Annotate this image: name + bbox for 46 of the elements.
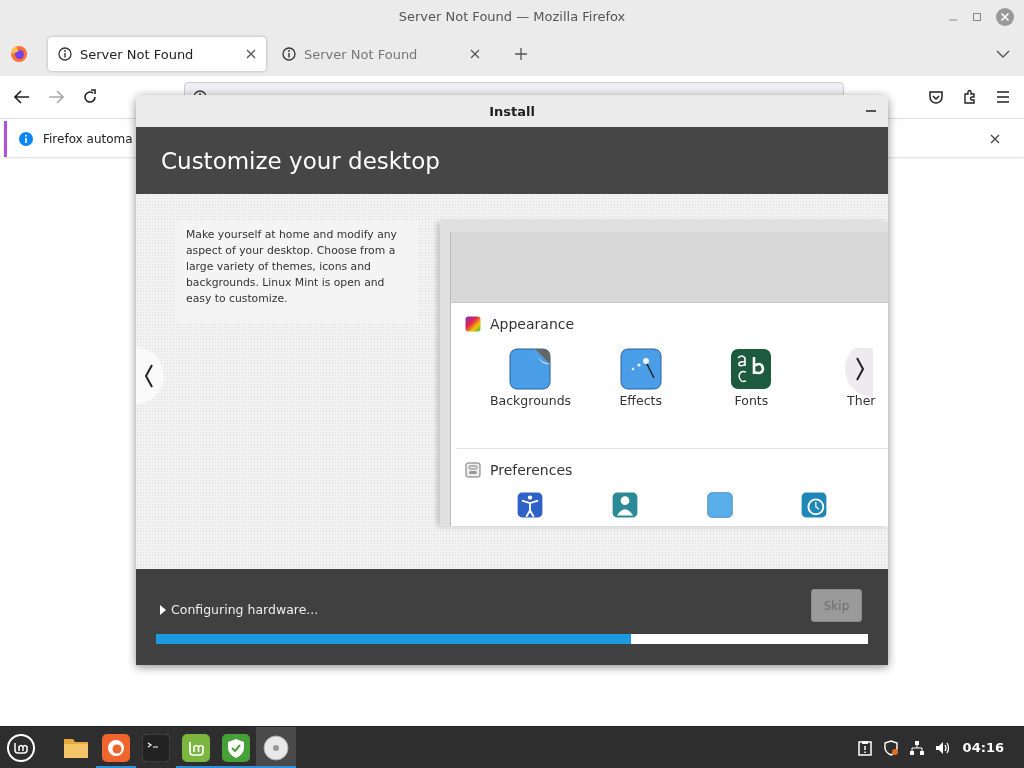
back-icon[interactable] (14, 90, 30, 104)
close-icon[interactable] (470, 49, 480, 59)
info-icon (19, 132, 33, 146)
item-label: Backgrounds (490, 393, 570, 408)
terminal-icon (142, 733, 170, 762)
network-icon[interactable] (908, 739, 925, 756)
fonts-icon (730, 348, 773, 390)
clipboard-icon[interactable] (856, 739, 873, 756)
firefox-icon[interactable] (10, 45, 28, 63)
minimize-icon[interactable] (866, 109, 876, 113)
palette-icon (465, 316, 481, 332)
browser-tab[interactable]: Server Not Found (48, 37, 266, 71)
maximize-icon[interactable] (972, 12, 982, 22)
section-title: Preferences (490, 462, 573, 478)
shield-icon (222, 733, 250, 762)
close-icon[interactable] (990, 134, 1000, 144)
window-title: Server Not Found — Mozilla Firefox (398, 8, 626, 24)
effects-icon (619, 348, 662, 390)
dialog-title: Install (489, 103, 535, 119)
toggles-icon (465, 462, 481, 478)
expander-icon[interactable] (160, 604, 166, 615)
clock-text[interactable]: 04:16 (962, 740, 1004, 755)
shield-icon[interactable] (882, 739, 899, 756)
section-title: Appearance (490, 316, 575, 332)
taskbar-button[interactable] (256, 727, 296, 768)
firefox-icon (102, 733, 130, 762)
browser-tab[interactable]: Server Not Found (272, 37, 490, 71)
plus-icon[interactable] (514, 47, 528, 61)
info-icon (58, 47, 72, 61)
status-text: Configuring hardware... (171, 602, 319, 617)
info-icon (282, 47, 296, 61)
disc-icon (262, 733, 290, 762)
backgrounds-icon (509, 348, 551, 390)
mint-logo-icon (182, 733, 210, 762)
description-text: Make yourself at home and modify any aspect of your desktop. Choose from a large variety of themes, icons and backgrounds. Linux Mint is open and easy to customize. (176, 222, 418, 322)
puzzle-icon[interactable] (962, 89, 978, 105)
page-heading: Customize your desktop (161, 147, 440, 174)
chevron-down-icon[interactable] (996, 49, 1010, 59)
close-icon[interactable] (246, 49, 256, 59)
item-label: Effects (618, 393, 663, 408)
reload-icon[interactable] (82, 89, 98, 105)
item-label: Ther (846, 393, 876, 408)
menu-icon[interactable] (996, 91, 1010, 103)
notification-text: Firefox automa (43, 132, 133, 146)
pocket-icon[interactable] (928, 89, 944, 105)
item-label: Fonts (733, 393, 770, 408)
